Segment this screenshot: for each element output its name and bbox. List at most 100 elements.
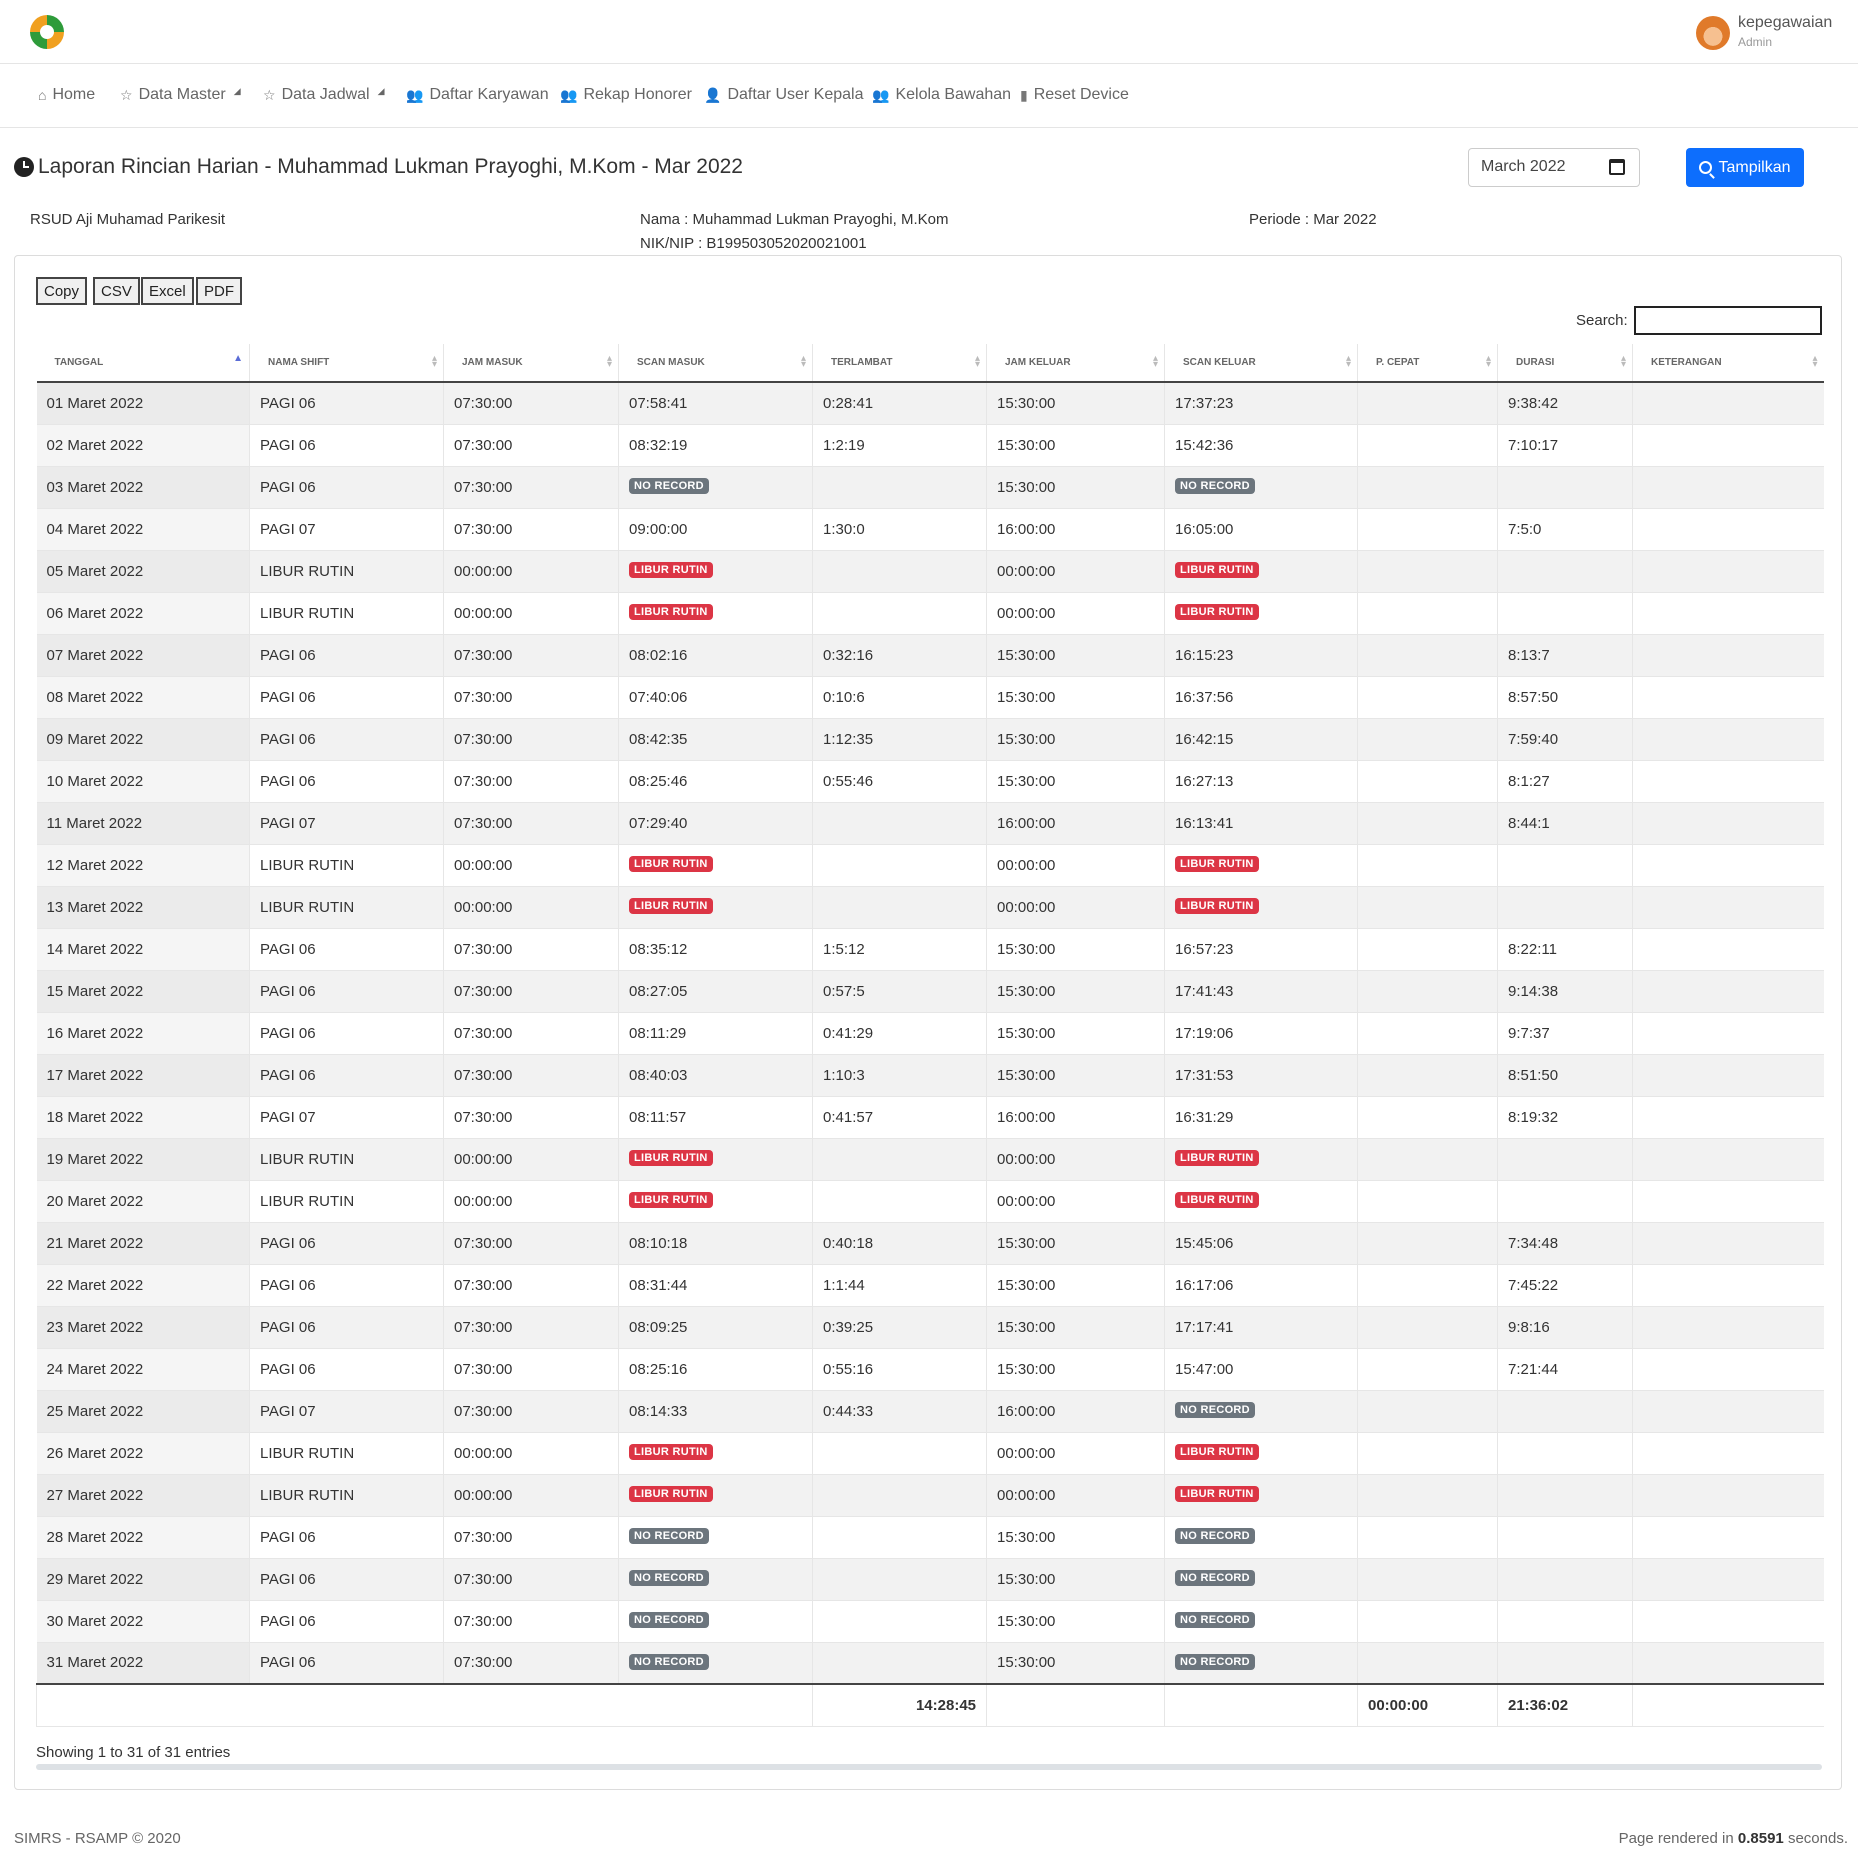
user-name[interactable]: kepegawaian [1738, 14, 1832, 32]
nav-daftar-user-kepala[interactable]: 👤 Daftar User Kepala [704, 86, 864, 104]
calendar-icon[interactable] [1609, 159, 1625, 175]
table-cell: PAGI 06 [249, 969, 444, 1012]
sort-icon[interactable]: ▴ ▾ [432, 354, 437, 370]
month-picker-input[interactable]: March 2022 [1468, 148, 1640, 187]
table-cell [1357, 1095, 1498, 1138]
sort-icon[interactable]: ▴ ▾ [1486, 354, 1491, 370]
user-role: Admin [1738, 35, 1773, 49]
table-row: 13 Maret 2022 LIBUR RUTIN 00:00:00 LIBUR RU… [36, 885, 1824, 928]
sort-icon[interactable]: ▴ ▾ [801, 354, 806, 370]
table-cell: 0:41:29 [812, 1011, 987, 1054]
copy-button[interactable]: Copy [36, 277, 88, 305]
table-cell: 23 Maret 2022 [36, 1305, 250, 1348]
column-header-durasi[interactable]: DURASI ▴ ▾ [1497, 344, 1633, 383]
nav-kelola-bawahan[interactable]: 👥 Kelola Bawahan [872, 86, 1011, 104]
nav-daftar-karyawan[interactable]: 👥 Daftar Karyawan [406, 86, 549, 104]
column-header-terlambat[interactable]: TERLAMBAT ▴ ▾ [812, 344, 987, 383]
table-cell [812, 1137, 987, 1180]
table-cell: 1:2:19 [812, 423, 987, 466]
table-cell: 07:30:00 [443, 1263, 619, 1306]
table-cell [1632, 1263, 1824, 1306]
column-header-tanggal[interactable]: TANGGAL ▲ [36, 344, 250, 383]
caret-icon: ◢ [377, 85, 385, 96]
horizontal-scrollbar[interactable] [36, 1764, 1822, 1770]
table-cell: 16:00:00 [986, 1389, 1165, 1432]
nav-data-jadwal[interactable]: ☆ Data Jadwal ◢ [263, 86, 385, 104]
table-cell: LIBUR RUTIN [249, 1431, 444, 1474]
sort-icon[interactable]: ▴ ▾ [1153, 354, 1158, 370]
table-row: 23 Maret 2022 PAGI 06 07:30:00 08:09:25 0:39… [36, 1305, 1824, 1348]
column-header-keterangan[interactable]: KETERANGAN ▴ ▾ [1632, 344, 1824, 383]
table-cell: 16:00:00 [986, 1095, 1165, 1138]
table-cell: 17 Maret 2022 [36, 1053, 250, 1096]
status-badge: LIBUR RUTIN [629, 1444, 713, 1460]
table-cell [1497, 1389, 1633, 1432]
tampilkan-button[interactable]: Tampilkan [1686, 148, 1804, 187]
table-cell: 0:40:18 [812, 1221, 987, 1264]
table-cell: 8:51:50 [1497, 1053, 1633, 1096]
nav-data-master[interactable]: ☆ Data Master ◢ [120, 86, 241, 104]
table-cell: 08:42:35 [618, 717, 813, 760]
nav-home[interactable]: ⌂ Home [38, 86, 95, 104]
nav-reset-device[interactable]: ▮ Reset Device [1020, 86, 1129, 104]
table-cell: 15:30:00 [986, 633, 1165, 676]
employee-name: Nama : Muhammad Lukman Prayoghi, M.Kom [640, 211, 949, 228]
table-cell [1632, 927, 1824, 970]
pdf-button[interactable]: PDF [196, 277, 242, 305]
table-cell: 11 Maret 2022 [36, 801, 250, 844]
table-cell [1632, 1473, 1824, 1516]
nav-rekap-honorer[interactable]: 👥 Rekap Honorer [560, 86, 692, 104]
sort-icon[interactable]: ▴ ▾ [975, 354, 980, 370]
table-cell: 0:55:16 [812, 1347, 987, 1390]
sort-icon[interactable]: ▴ ▾ [1812, 354, 1817, 370]
table-cell: 15:42:36 [1164, 423, 1358, 466]
excel-button[interactable]: Excel [141, 277, 194, 305]
table-cell: 8:44:1 [1497, 801, 1633, 844]
table-row: 19 Maret 2022 LIBUR RUTIN 00:00:00 LIBUR RU… [36, 1137, 1824, 1180]
csv-button[interactable]: CSV [93, 277, 140, 305]
table-cell: 09:00:00 [618, 507, 813, 550]
table-row: 06 Maret 2022 LIBUR RUTIN 00:00:00 LIBUR RU… [36, 591, 1824, 634]
table-cell [812, 1473, 987, 1516]
table-cell: 16:13:41 [1164, 801, 1358, 844]
app-logo[interactable] [30, 15, 64, 49]
top-bar: kepegawaian Admin [0, 0, 1858, 64]
column-header-scan-keluar[interactable]: SCAN KELUAR ▴ ▾ [1164, 344, 1358, 383]
table-cell [1632, 633, 1824, 676]
status-badge: LIBUR RUTIN [1175, 898, 1259, 914]
sort-icon[interactable]: ▴ ▾ [1621, 354, 1626, 370]
table-row: 31 Maret 2022 PAGI 06 07:30:00 NO RECORD 15:… [36, 1641, 1824, 1684]
column-header-scan-masuk[interactable]: SCAN MASUK ▴ ▾ [618, 344, 813, 383]
table-cell [1357, 1431, 1498, 1474]
table-cell [1357, 1221, 1498, 1264]
table-cell: 15:30:00 [986, 381, 1165, 424]
sort-icon[interactable]: ▲ [233, 354, 243, 364]
table-cell: 08:31:44 [618, 1263, 813, 1306]
total-terlambat: 14:28:45 [812, 1683, 987, 1727]
column-header-jam-keluar[interactable]: JAM KELUAR ▴ ▾ [986, 344, 1165, 383]
table-cell: 1:10:3 [812, 1053, 987, 1096]
table-row: 14 Maret 2022 PAGI 06 07:30:00 08:35:12 1:5:… [36, 927, 1824, 970]
table-row: 20 Maret 2022 LIBUR RUTIN 00:00:00 LIBUR RU… [36, 1179, 1824, 1222]
table-cell: 7:21:44 [1497, 1347, 1633, 1390]
table-cell: 16:00:00 [986, 507, 1165, 550]
sort-icon[interactable]: ▴ ▾ [1346, 354, 1351, 370]
total-durasi: 21:36:02 [1497, 1683, 1633, 1727]
table-cell: 15:30:00 [986, 927, 1165, 970]
avatar[interactable] [1696, 16, 1730, 50]
nav-label: Kelola Bawahan [895, 86, 1012, 103]
column-header-jam-masuk[interactable]: JAM MASUK ▴ ▾ [443, 344, 619, 383]
column-header-nama-shift[interactable]: NAMA SHIFT ▴ ▾ [249, 344, 444, 383]
table-cell [1497, 885, 1633, 928]
table-cell: 15:30:00 [986, 1011, 1165, 1054]
table-cell: 26 Maret 2022 [36, 1431, 250, 1474]
table-cell: 06 Maret 2022 [36, 591, 250, 634]
column-header-p-cepat[interactable]: P. CEPAT ▴ ▾ [1357, 344, 1498, 383]
table-cell: 29 Maret 2022 [36, 1557, 250, 1600]
table-cell: PAGI 06 [249, 717, 444, 760]
search-input[interactable] [1634, 306, 1822, 335]
sort-icon[interactable]: ▴ ▾ [607, 354, 612, 370]
table-cell [1357, 1557, 1498, 1600]
table-cell [1632, 507, 1824, 550]
table-cell: PAGI 06 [249, 927, 444, 970]
